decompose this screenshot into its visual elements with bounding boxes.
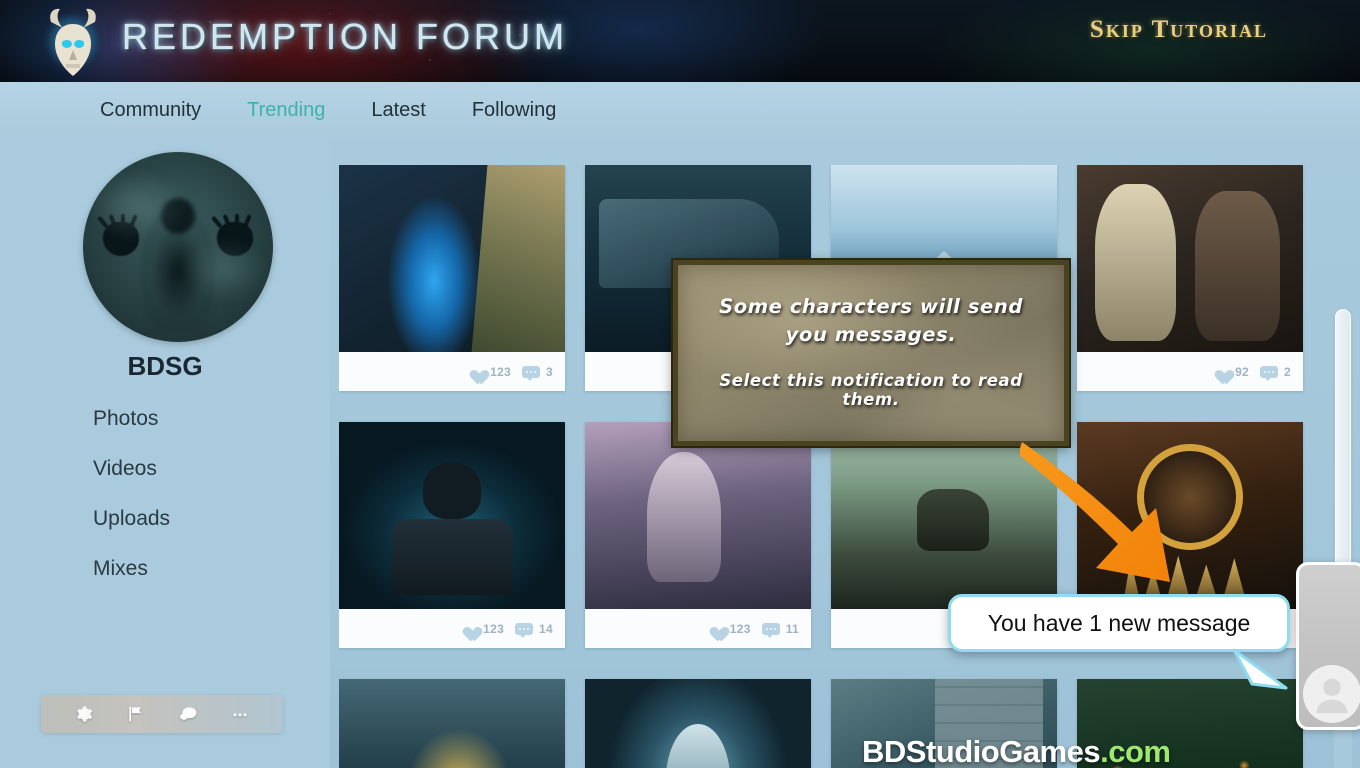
- ellipsis-icon[interactable]: [229, 703, 251, 725]
- nav-item-latest[interactable]: Latest: [371, 99, 425, 122]
- messenger-panel[interactable]: [1296, 562, 1360, 730]
- page-body: BDSG Photos Videos Uploads Mixes 123 3 9…: [0, 139, 1360, 768]
- comment-count: 2: [1284, 364, 1291, 379]
- post-meta: 123 11: [585, 609, 811, 648]
- nav-item-following[interactable]: Following: [472, 99, 556, 122]
- post-meta: 123 3: [339, 352, 565, 391]
- like-count: 123: [490, 364, 512, 379]
- comment-count: 14: [539, 621, 553, 636]
- post-thumbnail: [1077, 165, 1303, 352]
- post-thumbnail: [339, 165, 565, 352]
- tutorial-dialog: Some characters will send you messages. …: [671, 258, 1071, 448]
- sidebar-item-mixes[interactable]: Mixes: [93, 557, 170, 581]
- nav-item-trending[interactable]: Trending: [247, 99, 325, 122]
- comment-bubble-icon: [1260, 365, 1279, 381]
- post-card[interactable]: [831, 679, 1057, 768]
- heart-icon: [1212, 364, 1229, 379]
- post-card[interactable]: 123 3: [339, 165, 565, 391]
- post-card[interactable]: [1077, 679, 1303, 768]
- post-card[interactable]: 92 2: [1077, 165, 1303, 391]
- new-message-notification[interactable]: You have 1 new message: [948, 594, 1290, 652]
- comment-bubble-icon: [515, 622, 534, 638]
- flag-icon[interactable]: [125, 703, 147, 725]
- post-thumbnail: [339, 679, 565, 768]
- sidebar-menu: Photos Videos Uploads Mixes: [93, 407, 170, 581]
- scrollbar-thumb[interactable]: [1335, 309, 1351, 571]
- main-nav: Community Trending Latest Following: [0, 82, 1360, 139]
- app-header: REDEMPTION FORUM Skip Tutorial: [0, 0, 1360, 82]
- post-card[interactable]: [585, 679, 811, 768]
- post-thumbnail: [585, 679, 811, 768]
- profile-name: BDSG: [127, 351, 203, 381]
- post-card[interactable]: [339, 679, 565, 768]
- comment-bubble-icon: [761, 622, 780, 638]
- profile-sidebar: BDSG Photos Videos Uploads Mixes: [0, 139, 330, 768]
- gear-icon[interactable]: [73, 703, 95, 725]
- chat-bubble-icon[interactable]: [177, 703, 199, 725]
- person-avatar-icon[interactable]: [1303, 665, 1360, 723]
- tutorial-text-primary: Some characters will send you messages.: [719, 295, 1023, 346]
- post-card[interactable]: 123 11: [585, 422, 811, 648]
- ghost-silhouette-avatar[interactable]: [83, 152, 273, 342]
- skip-tutorial-button[interactable]: Skip Tutorial: [1090, 16, 1268, 44]
- sidebar-bottom-toolbar: [41, 695, 283, 733]
- like-count: 92: [1235, 364, 1250, 379]
- sidebar-item-photos[interactable]: Photos: [93, 407, 170, 431]
- post-grid: 123 3 92 2 123 14 123 11: [339, 165, 1309, 768]
- horned-skull-icon: [38, 6, 108, 82]
- heart-icon: [707, 621, 724, 636]
- game-screen: REDEMPTION FORUM Skip Tutorial Community…: [0, 0, 1360, 768]
- post-thumbnail: [585, 422, 811, 609]
- comment-bubble-icon: [522, 365, 541, 381]
- comment-count: 3: [546, 364, 553, 379]
- notification-text: You have 1 new message: [987, 609, 1251, 636]
- comment-count: 11: [785, 621, 799, 636]
- like-count: 123: [729, 621, 751, 636]
- tutorial-text-secondary: Select this notification to read them.: [719, 370, 1023, 409]
- post-meta: 92 2: [1077, 352, 1303, 391]
- heart-icon: [467, 364, 484, 379]
- post-thumbnail: [831, 422, 1057, 609]
- heart-icon: [460, 621, 477, 636]
- page-title: REDEMPTION FORUM: [122, 16, 568, 57]
- post-thumbnail: [1077, 679, 1303, 768]
- sidebar-item-uploads[interactable]: Uploads: [93, 507, 170, 531]
- like-count: 123: [483, 621, 505, 636]
- sidebar-item-videos[interactable]: Videos: [93, 457, 170, 481]
- post-meta: 123 14: [339, 609, 565, 648]
- post-thumbnail: [1077, 422, 1303, 609]
- nav-item-community[interactable]: Community: [100, 99, 201, 122]
- avatar-mist-overlay: [83, 152, 273, 342]
- post-card[interactable]: 123 14: [339, 422, 565, 648]
- post-thumbnail: [831, 679, 1057, 768]
- post-thumbnail: [339, 422, 565, 609]
